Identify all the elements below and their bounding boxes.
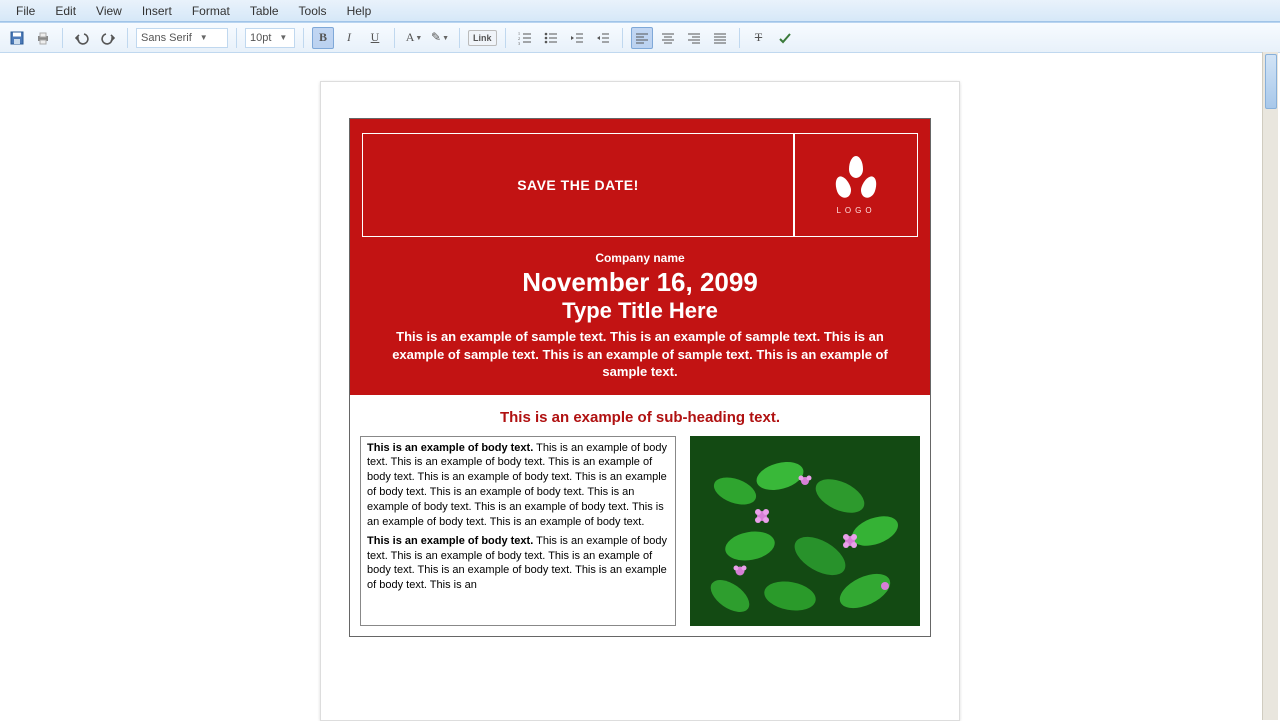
align-right-button[interactable]	[683, 27, 705, 49]
chevron-down-icon: ▼	[442, 34, 449, 42]
chevron-down-icon: ▼	[415, 34, 422, 42]
underline-button[interactable]: U	[364, 27, 386, 49]
separator	[303, 28, 304, 48]
bold-button[interactable]: B	[312, 27, 334, 49]
menu-help[interactable]: Help	[337, 1, 382, 21]
sub-heading[interactable]: This is an example of sub-heading text.	[350, 395, 930, 436]
body-paragraph-2: This is an example of body text. This is…	[367, 534, 669, 593]
indent-icon	[596, 31, 610, 45]
logo-text: LOGO	[836, 206, 875, 215]
separator	[622, 28, 623, 48]
menu-view[interactable]: View	[86, 1, 132, 21]
header-row: SAVE THE DATE! LOGO	[362, 133, 918, 237]
font-family-combo[interactable]: Sans Serif ▼	[136, 28, 228, 48]
sample-text[interactable]: This is an example of sample text. This …	[362, 328, 918, 381]
separator	[394, 28, 395, 48]
body-row: This is an example of body text. This is…	[350, 436, 930, 636]
document-canvas[interactable]: SAVE THE DATE! LOGO Company name Novembe…	[0, 53, 1280, 721]
logo-icon	[832, 156, 880, 200]
separator	[127, 28, 128, 48]
body-text-box[interactable]: This is an example of body text. This is…	[360, 436, 676, 626]
outdent-icon	[570, 31, 584, 45]
body-lead-2: This is an example of body text.	[367, 535, 533, 547]
menu-table[interactable]: Table	[240, 1, 289, 21]
printer-icon	[36, 31, 50, 45]
text-color-button[interactable]: A▼	[403, 27, 425, 49]
company-name[interactable]: Company name	[362, 251, 918, 265]
bullet-list-icon	[544, 31, 558, 45]
bullet-list-button[interactable]	[540, 27, 562, 49]
floppy-icon	[10, 31, 24, 45]
align-justify-icon	[713, 31, 727, 45]
redo-icon	[101, 31, 115, 45]
menu-insert[interactable]: Insert	[132, 1, 182, 21]
chevron-down-icon: ▼	[279, 33, 287, 42]
placeholder-image[interactable]	[690, 436, 920, 626]
spellcheck-icon	[778, 31, 792, 45]
body-tail-1: This is an example of body text. This is…	[367, 442, 667, 528]
page[interactable]: SAVE THE DATE! LOGO Company name Novembe…	[320, 81, 960, 721]
align-right-icon	[687, 31, 701, 45]
menu-tools[interactable]: Tools	[289, 1, 337, 21]
undo-button[interactable]	[71, 27, 93, 49]
header-block: SAVE THE DATE! LOGO Company name Novembe…	[350, 119, 930, 395]
separator	[739, 28, 740, 48]
font-size-combo[interactable]: 10pt ▼	[245, 28, 295, 48]
font-family-value: Sans Serif	[141, 32, 192, 44]
event-date[interactable]: November 16, 2099	[362, 267, 918, 298]
separator	[236, 28, 237, 48]
align-center-button[interactable]	[657, 27, 679, 49]
align-left-icon	[635, 31, 649, 45]
print-button[interactable]	[32, 27, 54, 49]
spellcheck-button[interactable]	[774, 27, 796, 49]
save-the-date-cell[interactable]: SAVE THE DATE!	[362, 133, 794, 237]
menu-file[interactable]: File	[6, 1, 45, 21]
save-button[interactable]	[6, 27, 28, 49]
chevron-down-icon: ▼	[200, 33, 208, 42]
plant-image-icon	[690, 436, 920, 626]
indent-button[interactable]	[592, 27, 614, 49]
outdent-button[interactable]	[566, 27, 588, 49]
svg-text:3: 3	[518, 41, 520, 45]
scrollbar-thumb[interactable]	[1265, 54, 1277, 109]
align-left-button[interactable]	[631, 27, 653, 49]
vertical-scrollbar[interactable]	[1262, 52, 1278, 720]
align-center-icon	[661, 31, 675, 45]
menu-edit[interactable]: Edit	[45, 1, 86, 21]
clear-formatting-button[interactable]: T	[748, 27, 770, 49]
undo-icon	[75, 31, 89, 45]
align-justify-button[interactable]	[709, 27, 731, 49]
italic-button[interactable]: I	[338, 27, 360, 49]
toolbar: Sans Serif ▼ 10pt ▼ B I U A▼ ✎▼ Link 123	[0, 23, 1280, 53]
body-paragraph-1: This is an example of body text. This is…	[367, 441, 669, 530]
separator	[62, 28, 63, 48]
redo-button[interactable]	[97, 27, 119, 49]
menubar: File Edit View Insert Format Table Tools…	[0, 0, 1280, 22]
separator	[505, 28, 506, 48]
font-size-value: 10pt	[250, 32, 271, 44]
logo-cell[interactable]: LOGO	[794, 133, 918, 237]
menu-format[interactable]: Format	[182, 1, 240, 21]
separator	[459, 28, 460, 48]
text-color-icon: A	[406, 30, 415, 45]
numbered-list-icon: 123	[518, 31, 532, 45]
insert-link-button[interactable]: Link	[468, 30, 497, 46]
highlight-button[interactable]: ✎▼	[429, 27, 451, 49]
title-placeholder[interactable]: Type Title Here	[362, 298, 918, 324]
document-content[interactable]: SAVE THE DATE! LOGO Company name Novembe…	[349, 118, 931, 637]
body-lead-1: This is an example of body text.	[367, 442, 533, 454]
highlight-icon: ✎	[431, 30, 441, 45]
numbered-list-button[interactable]: 123	[514, 27, 536, 49]
